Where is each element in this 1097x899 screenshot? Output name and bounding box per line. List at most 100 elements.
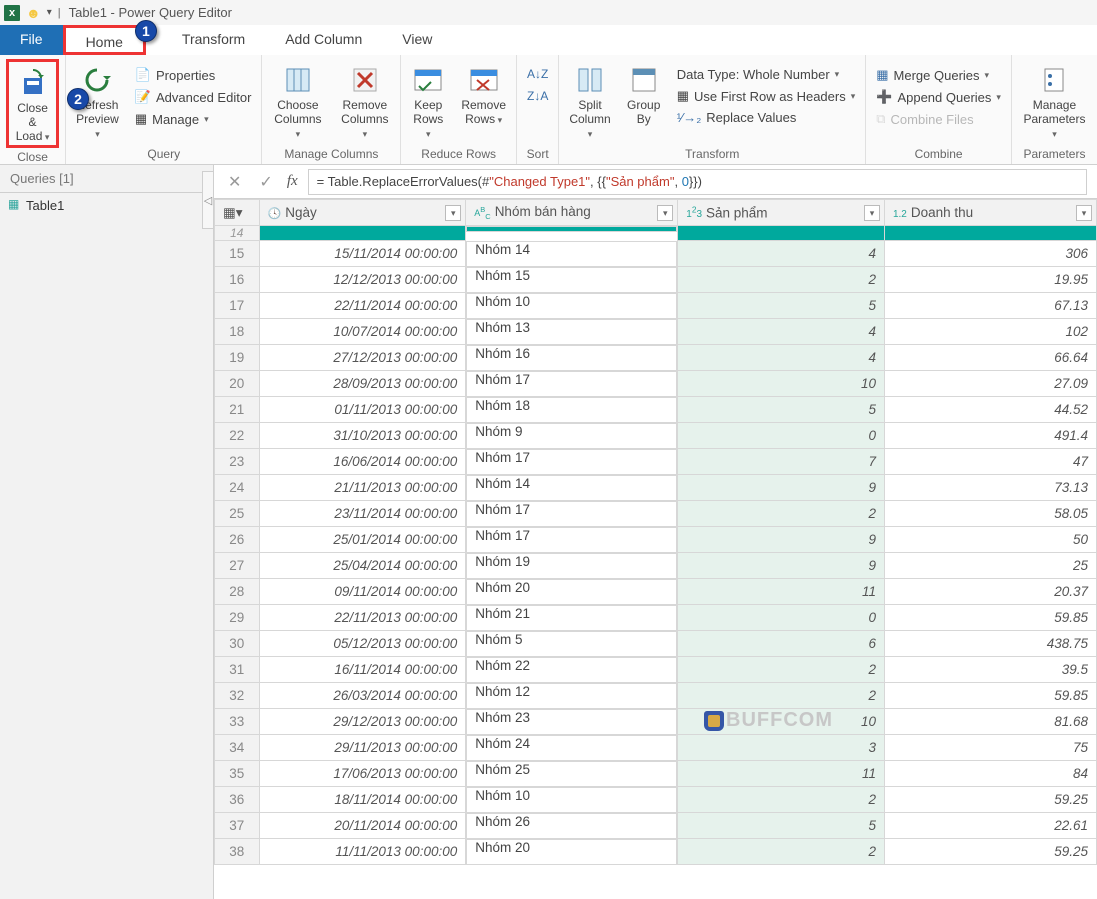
data-type-button[interactable]: Data Type: Whole Number: [673, 65, 860, 84]
merge-queries-button[interactable]: ▦Merge Queries: [872, 65, 1005, 85]
cell-revenue[interactable]: 25: [884, 553, 1096, 579]
cell-date[interactable]: 27/12/2013 00:00:00: [259, 345, 466, 371]
table-row[interactable]: 3618/11/2014 00:00:00Nhóm 10259.25: [215, 787, 1097, 813]
table-row[interactable]: 1612/12/2013 00:00:00Nhóm 15219.95: [215, 267, 1097, 293]
cell-date[interactable]: 28/09/2013 00:00:00: [259, 371, 466, 397]
cell-group[interactable]: Nhóm 20: [466, 579, 677, 605]
sort-asc-button[interactable]: A↓Z: [523, 65, 552, 83]
table-row[interactable]: 3720/11/2014 00:00:00Nhóm 26522.61: [215, 813, 1097, 839]
cell-date[interactable]: 29/12/2013 00:00:00: [259, 709, 466, 735]
cell-date[interactable]: 16/06/2014 00:00:00: [259, 449, 466, 475]
table-row[interactable]: 3811/11/2013 00:00:00Nhóm 20259.25: [215, 839, 1097, 865]
cell-product[interactable]: 10: [678, 371, 885, 397]
cell-date[interactable]: 05/12/2013 00:00:00: [259, 631, 466, 657]
group-by-button[interactable]: Group By: [623, 59, 665, 129]
row-number[interactable]: 37: [215, 813, 260, 839]
header-revenue[interactable]: 1.2Doanh thu▾: [884, 200, 1096, 226]
table-row[interactable]: 1810/07/2014 00:00:00Nhóm 134102: [215, 319, 1097, 345]
row-number[interactable]: 17: [215, 293, 260, 319]
cell-group[interactable]: Nhóm 17: [466, 449, 677, 475]
row-number[interactable]: 33: [215, 709, 260, 735]
cell-product[interactable]: 6: [678, 631, 885, 657]
row-number[interactable]: 30: [215, 631, 260, 657]
cell-product[interactable]: 0: [678, 423, 885, 449]
formula-commit-button[interactable]: ✓: [255, 172, 276, 192]
cell-group[interactable]: Nhóm 26: [466, 813, 677, 839]
cell-group[interactable]: Nhóm 17: [466, 501, 677, 527]
cell-group[interactable]: Nhóm 13: [466, 319, 677, 345]
cell-revenue[interactable]: 39.5: [884, 657, 1096, 683]
tab-view[interactable]: View: [382, 25, 452, 55]
table-row[interactable]: 2809/11/2014 00:00:00Nhóm 201120.37: [215, 579, 1097, 605]
row-number[interactable]: 16: [215, 267, 260, 293]
table-row[interactable]: 2725/04/2014 00:00:00Nhóm 19925: [215, 553, 1097, 579]
cell-revenue[interactable]: 50: [884, 527, 1096, 553]
row-number[interactable]: 18: [215, 319, 260, 345]
datetime-type-icon[interactable]: 🕓: [268, 208, 282, 220]
cell-product[interactable]: 5: [678, 293, 885, 319]
qat-dropdown-icon[interactable]: ▾: [47, 7, 52, 18]
cell-revenue[interactable]: 491.4: [884, 423, 1096, 449]
cell-product[interactable]: 10: [678, 709, 885, 735]
row-number[interactable]: 36: [215, 787, 260, 813]
row-number[interactable]: 34: [215, 735, 260, 761]
collapse-sidebar-button[interactable]: ◁: [202, 171, 214, 229]
cell-group[interactable]: Nhóm 14: [466, 475, 677, 501]
cell-product[interactable]: 2: [678, 501, 885, 527]
replace-values-button[interactable]: ¹⁄→₂Replace Values: [673, 108, 860, 127]
cell-product[interactable]: 2: [678, 683, 885, 709]
cell-date[interactable]: 25/01/2014 00:00:00: [259, 527, 466, 553]
cell-date[interactable]: 09/11/2014 00:00:00: [259, 579, 466, 605]
cell-date[interactable]: 26/03/2014 00:00:00: [259, 683, 466, 709]
cell-product[interactable]: 4: [678, 319, 885, 345]
cell-group[interactable]: Nhóm 21: [466, 605, 677, 631]
table-row[interactable]: 1515/11/2014 00:00:00Nhóm 144306: [215, 241, 1097, 267]
row-number[interactable]: 29: [215, 605, 260, 631]
row-number[interactable]: 27: [215, 553, 260, 579]
cell-product[interactable]: 2: [678, 657, 885, 683]
cell-revenue[interactable]: 20.37: [884, 579, 1096, 605]
cell-product[interactable]: 2: [678, 787, 885, 813]
cell-group[interactable]: Nhóm 15: [466, 267, 677, 293]
cell-date[interactable]: 12/12/2013 00:00:00: [259, 267, 466, 293]
header-date[interactable]: 🕓Ngày▾: [259, 200, 466, 226]
decimal-type-icon[interactable]: 1.2: [893, 209, 907, 220]
table-row[interactable]: 2316/06/2014 00:00:00Nhóm 17747: [215, 449, 1097, 475]
cell-product[interactable]: 11: [678, 761, 885, 787]
cell-product[interactable]: 3: [678, 735, 885, 761]
row-number[interactable]: 25: [215, 501, 260, 527]
int-type-icon[interactable]: 123: [686, 209, 702, 220]
row-number[interactable]: 23: [215, 449, 260, 475]
row-number[interactable]: 15: [215, 241, 260, 267]
formula-input[interactable]: = Table.ReplaceErrorValues(#"Changed Typ…: [308, 169, 1087, 195]
table-row[interactable]: 2523/11/2014 00:00:00Nhóm 17258.05: [215, 501, 1097, 527]
row-number[interactable]: 35: [215, 761, 260, 787]
cell-revenue[interactable]: 47: [884, 449, 1096, 475]
table-row[interactable]: 2625/01/2014 00:00:00Nhóm 17950: [215, 527, 1097, 553]
cell-date[interactable]: 29/11/2013 00:00:00: [259, 735, 466, 761]
advanced-editor-button[interactable]: 📝Advanced Editor: [131, 87, 256, 107]
cell-revenue[interactable]: 73.13: [884, 475, 1096, 501]
cell-group[interactable]: Nhóm 20: [466, 839, 677, 865]
cell-date[interactable]: 01/11/2013 00:00:00: [259, 397, 466, 423]
formula-cancel-button[interactable]: ✕: [224, 172, 245, 192]
tab-add-column[interactable]: Add Column: [265, 25, 382, 55]
cell-group[interactable]: Nhóm 17: [466, 371, 677, 397]
cell-product[interactable]: 11: [678, 579, 885, 605]
cell-product[interactable]: 5: [678, 397, 885, 423]
cell-revenue[interactable]: 75: [884, 735, 1096, 761]
cell-revenue[interactable]: 19.95: [884, 267, 1096, 293]
header-group[interactable]: ABCNhóm bán hàng▾: [466, 200, 678, 226]
cell-product[interactable]: 9: [678, 527, 885, 553]
cell-product[interactable]: 9: [678, 475, 885, 501]
cell-date[interactable]: 23/11/2014 00:00:00: [259, 501, 466, 527]
cell-revenue[interactable]: 27.09: [884, 371, 1096, 397]
manage-parameters-button[interactable]: Manage Parameters: [1018, 59, 1091, 142]
cell-revenue[interactable]: 58.05: [884, 501, 1096, 527]
cell-product[interactable]: 4: [678, 241, 885, 267]
table-row[interactable]: 2028/09/2013 00:00:00Nhóm 171027.09: [215, 371, 1097, 397]
cell-date[interactable]: 20/11/2014 00:00:00: [259, 813, 466, 839]
cell-date[interactable]: 11/11/2013 00:00:00: [259, 839, 466, 865]
table-row[interactable]: 3329/12/2013 00:00:00Nhóm 231081.68: [215, 709, 1097, 735]
text-type-icon[interactable]: ABC: [474, 208, 490, 218]
